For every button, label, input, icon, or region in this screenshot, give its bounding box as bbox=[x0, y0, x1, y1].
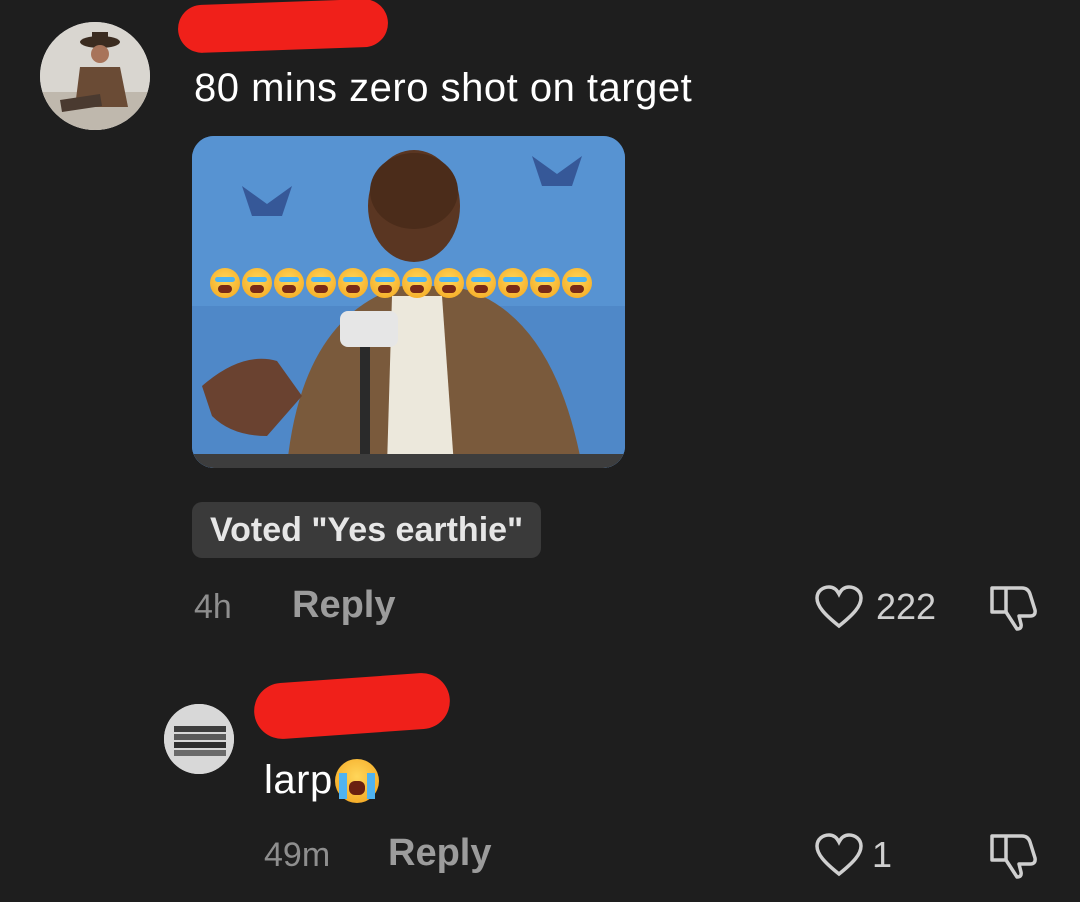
crying-face-icon bbox=[434, 268, 464, 298]
vote-badge: Voted "Yes earthie" bbox=[192, 502, 542, 558]
crying-face-icon bbox=[402, 268, 432, 298]
comment-text-1: 80 mins zero shot on target bbox=[194, 66, 693, 110]
loudly-crying-face-icon bbox=[334, 758, 379, 803]
dislike-button-1[interactable] bbox=[988, 582, 1040, 637]
reply-button-1[interactable]: Reply bbox=[292, 584, 395, 627]
crying-face-icon bbox=[466, 268, 496, 298]
timestamp-1: 4h bbox=[194, 588, 232, 626]
crying-face-icon bbox=[498, 268, 528, 298]
crying-face-icon bbox=[306, 268, 336, 298]
comment-text-2-label: larp bbox=[264, 758, 333, 802]
crying-emoji-row bbox=[210, 268, 594, 303]
crying-face-icon bbox=[530, 268, 560, 298]
books-avatar-image bbox=[164, 704, 234, 774]
timestamp-2: 49m bbox=[264, 836, 331, 874]
crying-face-icon bbox=[210, 268, 240, 298]
comment-text-2: larp bbox=[264, 758, 379, 803]
like-button-1[interactable]: 222 bbox=[814, 584, 936, 630]
dislike-button-2[interactable] bbox=[988, 830, 1040, 885]
crying-face-icon bbox=[338, 268, 368, 298]
crying-face-icon bbox=[242, 268, 272, 298]
crying-face-icon bbox=[274, 268, 304, 298]
redacted-username-1 bbox=[177, 0, 389, 54]
reply-button-2[interactable]: Reply bbox=[388, 832, 491, 875]
thumbs-down-icon bbox=[990, 586, 1037, 631]
cowboy-avatar-image bbox=[40, 22, 150, 130]
avatar-comment-2[interactable] bbox=[164, 704, 234, 774]
like-button-2[interactable]: 1 bbox=[814, 832, 892, 878]
redacted-username-2 bbox=[252, 671, 452, 741]
comment-image-1[interactable] bbox=[192, 136, 625, 468]
thumbs-down-icon bbox=[990, 834, 1037, 879]
avatar-comment-1[interactable] bbox=[40, 22, 150, 130]
like-count-2: 1 bbox=[872, 834, 893, 875]
crying-face-icon bbox=[562, 268, 592, 298]
heart-icon bbox=[815, 833, 863, 877]
heart-icon bbox=[815, 585, 863, 629]
like-count-1: 222 bbox=[876, 586, 937, 627]
crying-face-icon bbox=[370, 268, 400, 298]
